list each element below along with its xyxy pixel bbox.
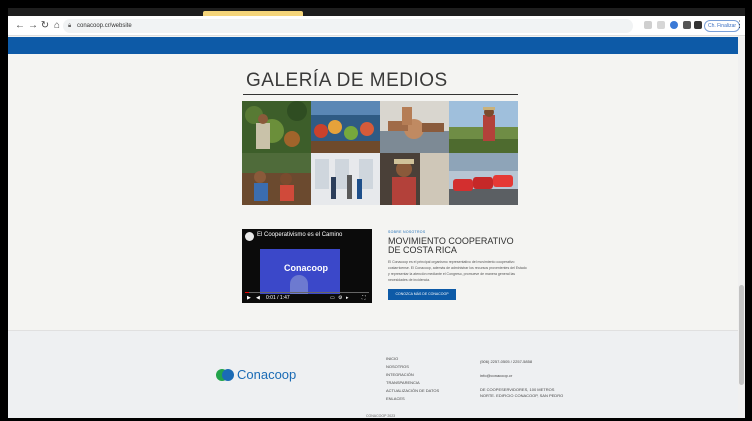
section-body: El Conacoop es el principal organismo re… xyxy=(388,260,527,282)
logo-mark-icon xyxy=(216,368,234,381)
video-time: 0:01 / 1:47 xyxy=(266,295,290,301)
learn-more-button[interactable]: CONOZCA MÁS DE CONACOOP xyxy=(388,289,456,300)
gallery-photo-coffee[interactable] xyxy=(242,153,311,205)
title-divider xyxy=(243,94,518,95)
reload-icon[interactable]: ↻ xyxy=(39,20,51,32)
footer-link[interactable]: ENLACES xyxy=(386,395,439,403)
photo-gallery xyxy=(242,101,518,205)
video-controls: ▶ ◀ 0:01 / 1:47 ▭ ⚙ ▸ ⛶ xyxy=(242,293,372,303)
back-icon[interactable]: ← xyxy=(14,20,26,32)
footer-link[interactable]: INTEGRACIÓN xyxy=(386,371,439,379)
gallery-photo-office[interactable] xyxy=(311,153,380,205)
extension-icon[interactable] xyxy=(670,21,678,29)
channel-avatar[interactable] xyxy=(245,232,254,241)
logo-text: Conacoop xyxy=(237,367,297,382)
tab-strip xyxy=(8,8,745,16)
zoom-icon[interactable] xyxy=(644,21,652,29)
gallery-photo-market[interactable] xyxy=(311,101,380,153)
contact-phone: (506) 2257-0505 / 2257-5858 xyxy=(480,359,533,364)
video-player[interactable]: El Cooperativismo es el Camino Conacoop … xyxy=(242,229,372,303)
about-section: SOBRE NOSOTROS MOVIMIENTO COOPERATIVO DE… xyxy=(388,230,528,300)
captions-icon[interactable]: ▭ xyxy=(330,295,335,301)
kebab-menu-icon[interactable]: ⋮ xyxy=(735,19,744,30)
youtube-icon[interactable]: ▸ xyxy=(346,295,349,301)
footer-link[interactable]: INICIO xyxy=(386,355,439,363)
video-title[interactable]: El Cooperativismo es el Camino xyxy=(257,232,342,238)
footer-links: INICIO NOSOTROS INTEGRACIÓN TRANSPARENCI… xyxy=(386,355,439,403)
site-header-bar xyxy=(8,37,745,54)
share-icon[interactable] xyxy=(657,21,665,29)
gallery-photo-field[interactable] xyxy=(449,101,518,153)
fullscreen-icon[interactable]: ⛶ xyxy=(362,295,366,301)
volume-icon[interactable]: ◀ xyxy=(256,295,260,301)
gallery-title: GALERÍA DE MEDIOS xyxy=(246,70,448,91)
footer-link[interactable]: ACTUALIZACIÓN DE DATOS xyxy=(386,387,439,395)
video-frame[interactable]: Conacoop xyxy=(260,249,340,294)
forward-icon[interactable]: → xyxy=(27,20,39,32)
browser-toolbar: ← → ↻ ⌂ 🔒︎ conacoop.cr/website Ch. Final… xyxy=(8,16,745,36)
url-text: conacoop.cr/website xyxy=(77,23,132,29)
section-eyebrow: SOBRE NOSOTROS xyxy=(388,230,426,234)
browser-window: ← → ↻ ⌂ 🔒︎ conacoop.cr/website Ch. Final… xyxy=(8,8,745,418)
copyright: CONACOOP 2023 xyxy=(366,414,396,418)
lock-icon: 🔒︎ xyxy=(68,23,72,29)
site-footer: Conacoop INICIO NOSOTROS INTEGRACIÓN TRA… xyxy=(8,330,745,418)
page-scrollbar[interactable] xyxy=(738,37,745,418)
address-bar[interactable]: 🔒︎ conacoop.cr/website xyxy=(63,19,633,33)
sidepanel-icon[interactable] xyxy=(694,21,702,29)
gallery-photo-farmer[interactable] xyxy=(242,101,311,153)
gallery-photo-hands[interactable] xyxy=(380,101,449,153)
section-title-line2: DE COSTA RICA xyxy=(388,245,457,255)
footer-link[interactable]: NOSOTROS xyxy=(386,363,439,371)
settings-icon[interactable]: ⚙ xyxy=(338,295,342,301)
play-icon[interactable]: ▶ xyxy=(247,295,251,301)
home-icon[interactable]: ⌂ xyxy=(51,20,63,32)
footer-contact: (506) 2257-0505 / 2257-5858 info@conacoo… xyxy=(480,359,563,399)
gallery-photo-worker[interactable] xyxy=(380,153,449,205)
video-logo: Conacoop xyxy=(284,263,328,273)
scrollbar-thumb[interactable] xyxy=(739,285,744,385)
footer-logo[interactable]: Conacoop xyxy=(216,367,296,382)
puzzle-icon[interactable] xyxy=(683,21,691,29)
contact-address-line2: NORTE. EDIFICIO CONACOOP, SAN PEDRO xyxy=(480,393,564,398)
footer-link[interactable]: TRANSPARENCIA xyxy=(386,379,439,387)
contact-email[interactable]: info@conacoop.cr xyxy=(480,373,563,379)
gallery-photo-taxis[interactable] xyxy=(449,153,518,205)
